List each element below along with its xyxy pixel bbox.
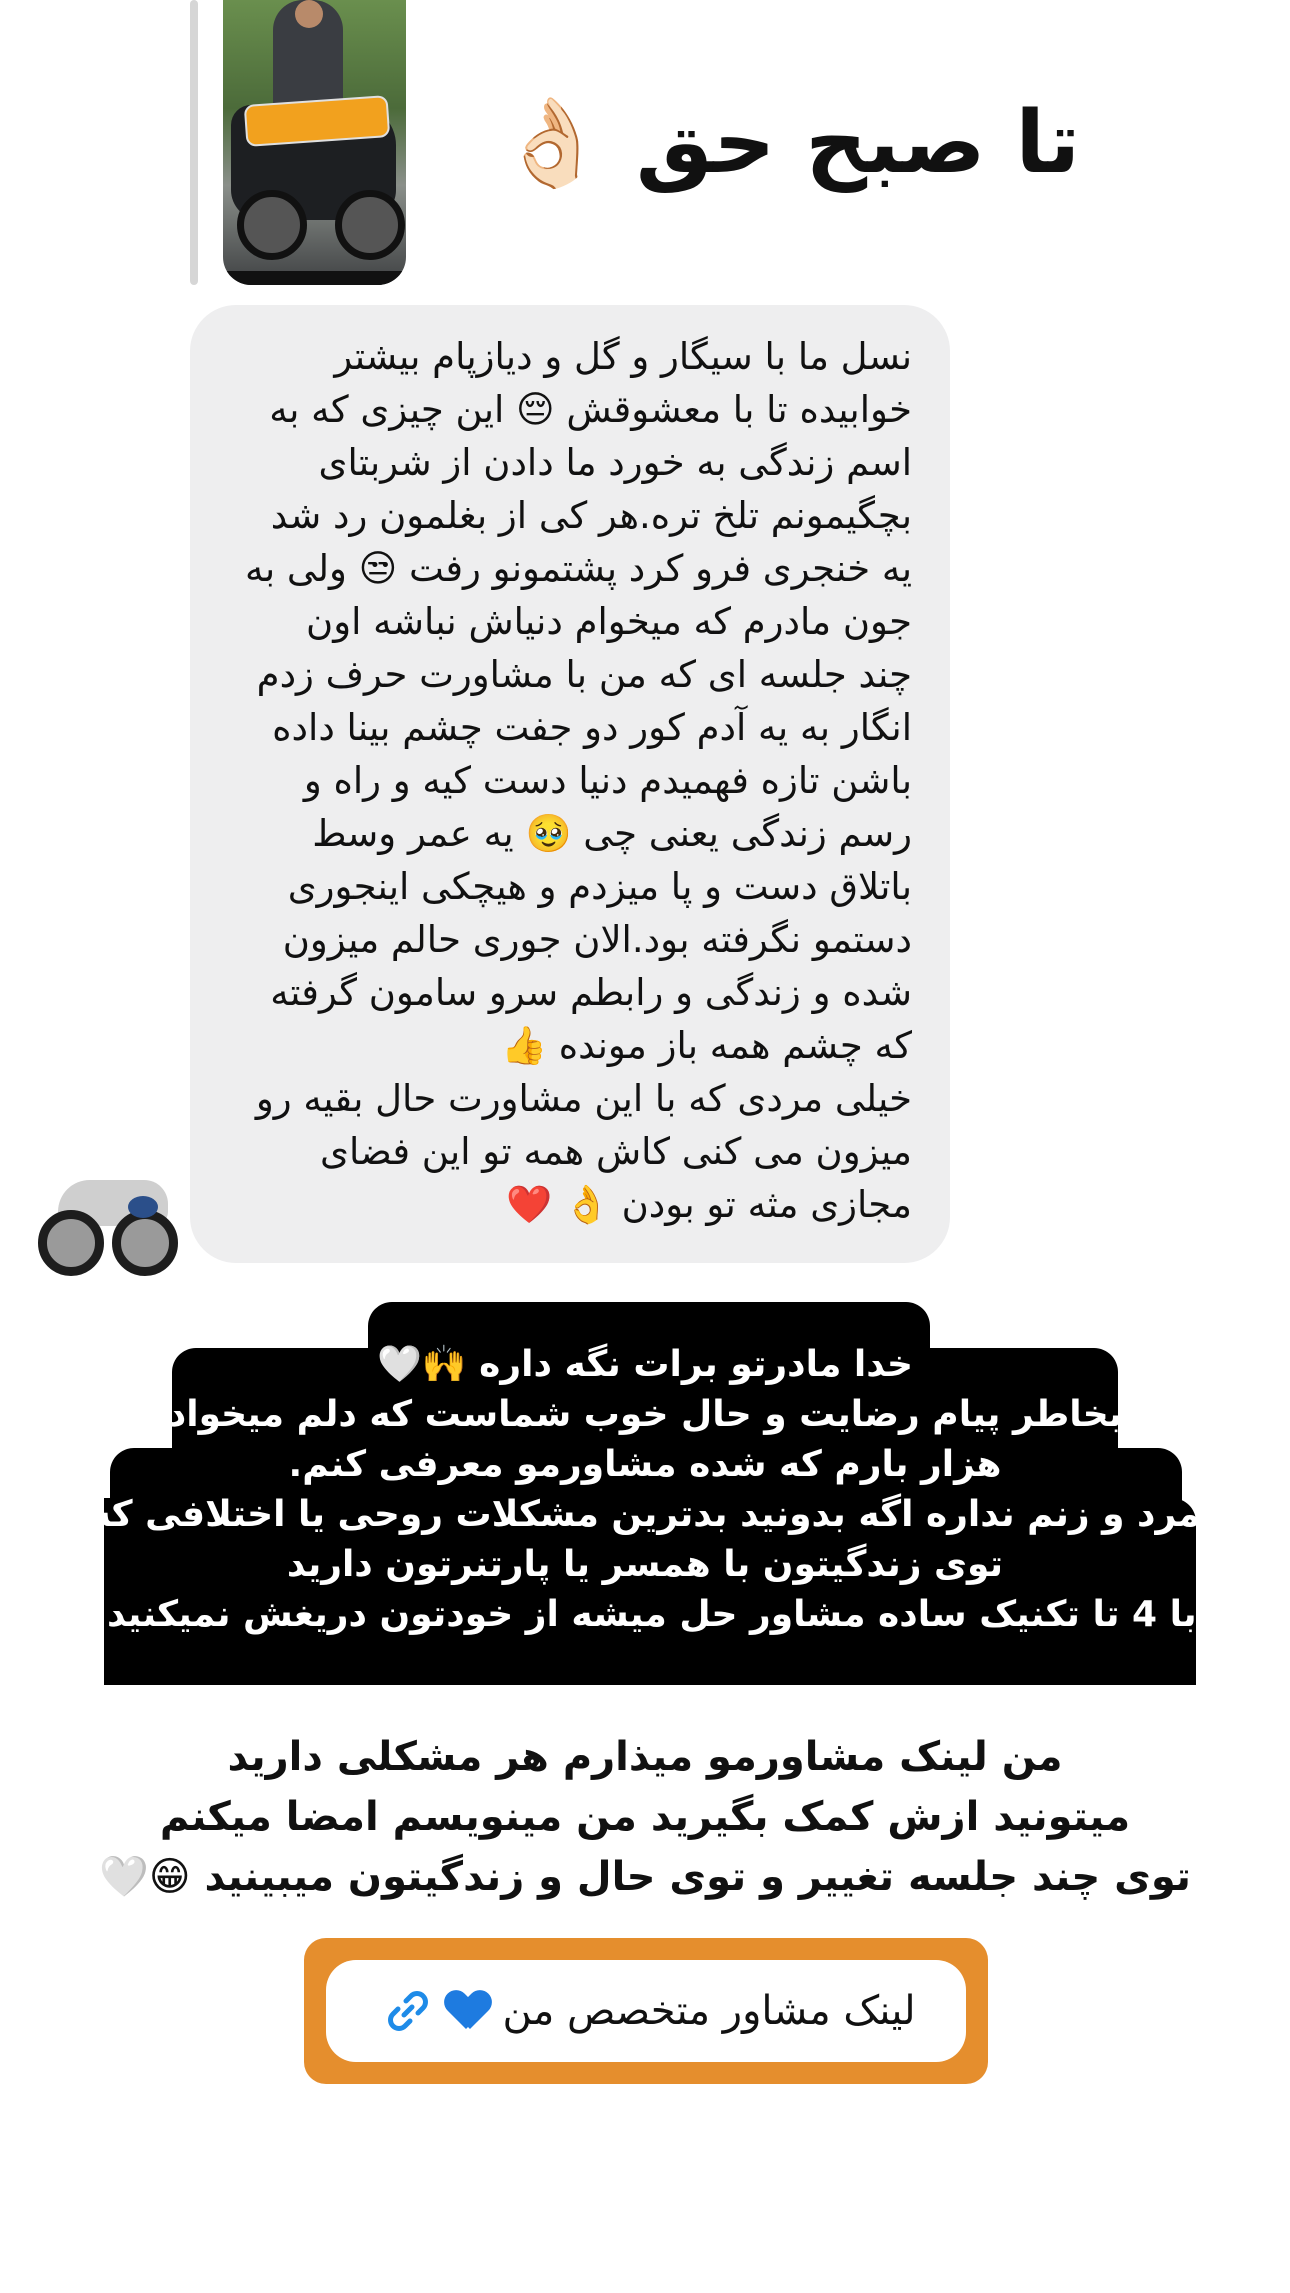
caption-line: بخاطر پیام رضایت و حال خوب شماست که دلم … xyxy=(167,1394,1123,1435)
avatar-number-plate xyxy=(128,1196,158,1218)
message-line: اسم زندگی به خورد ما دادن از شربتای xyxy=(318,441,913,484)
message-line: چند جلسه ای که من با مشاورت حرف زدم xyxy=(256,653,912,696)
message-line: که چشم همه باز مونده 👍 xyxy=(500,1024,912,1067)
message-line: یه خنجری فرو کرد پشتمونو رفت 😒 ولی به xyxy=(245,547,912,590)
avatar-wheel-rear xyxy=(112,1210,178,1276)
message-line: دستمو نگرفته بود.الان جوری حالم میزون xyxy=(282,918,912,961)
reply-indicator-line xyxy=(190,0,198,285)
caption-line: توی زندگیتون با همسر یا پارتنرتون دارید xyxy=(286,1544,1004,1585)
message-line: باشن تازه فهمیدم دنیا دست کیه و راه و xyxy=(303,759,912,802)
bottom-text: من لینک مشاورمو میذارم هر مشکلی دارید می… xyxy=(0,1727,1290,1907)
message-line: رسم زندگی یعنی چی 🥹 یه عمر وسط xyxy=(312,812,912,855)
message-line: خوابیده تا با معشوقش 😔 این چیزی که به xyxy=(269,388,912,431)
bottom-text-line: میتونید ازش کمک بگیرید من مینویسم امضا م… xyxy=(159,1794,1131,1840)
link-sticker[interactable]: لینک مشاور متخصص من xyxy=(304,1938,988,2084)
story-wheel-rear xyxy=(335,190,405,260)
story-person-head xyxy=(295,0,323,28)
story-reply-title: تا صبح حق 👌🏻 xyxy=(498,93,1080,193)
bottom-text-line: توی چند جلسه تغییر و توی حال و زندگیتون … xyxy=(99,1854,1191,1900)
caption-line: با 4 تا تکنیک ساده مشاور حل میشه از خودت… xyxy=(93,1594,1197,1635)
message-line: جون مادرم که میخوام دنیاش نباشه اون xyxy=(306,600,912,643)
caption-text: خدا مادرتو برات نگه داره 🙌🤍 بخاطر پیام ر… xyxy=(0,1340,1290,1640)
message-line: شده و زندگی و رابطم سرو سامون گرفته xyxy=(270,971,912,1014)
avatar-wheel-front xyxy=(38,1210,104,1276)
link-sticker-inner[interactable]: لینک مشاور متخصص من xyxy=(326,1960,966,2062)
sender-avatar[interactable] xyxy=(38,1168,178,1276)
message-line: بچگیمونم تلخ تره.هر کی از بغلمون رد شد xyxy=(270,494,912,537)
message-text: نسل ما با سیگار و گل و دیازپام بیشتر خوا… xyxy=(222,330,912,1231)
message-line: مجازی مثه تو بودن 👌 ❤️ xyxy=(505,1183,912,1226)
message-line: خیلی مردی که با این مشاورت حال بقیه رو xyxy=(255,1077,912,1120)
message-line: نسل ما با سیگار و گل و دیازپام بیشتر xyxy=(334,335,912,378)
story-wheel-front xyxy=(237,190,307,260)
caption-line: خدا مادرتو برات نگه داره 🙌🤍 xyxy=(377,1344,913,1385)
caption-line: مرد و زنم نداره اگه بدونید بدترین مشکلات… xyxy=(89,1494,1201,1535)
story-preview-thumbnail[interactable] xyxy=(223,0,406,285)
link-sticker-label: لینک مشاور متخصص من xyxy=(502,1988,916,2034)
message-line: باتلاق دست و پا میزدم و هیچکی اینجوری xyxy=(287,865,912,908)
message-line: انگار به یه آدم کور دو جفت چشم بینا داده xyxy=(272,706,912,749)
message-line: میزون می کنی کاش همه تو این فضای xyxy=(320,1130,912,1173)
link-icon xyxy=(384,1987,432,2035)
blue-heart-icon xyxy=(446,1991,490,2031)
caption-line: هزار بارم که شده مشاورمو معرفی کنم. xyxy=(288,1444,1002,1485)
story-bottom-bar xyxy=(223,271,406,285)
bottom-text-line: من لینک مشاورمو میذارم هر مشکلی دارید xyxy=(227,1734,1063,1780)
